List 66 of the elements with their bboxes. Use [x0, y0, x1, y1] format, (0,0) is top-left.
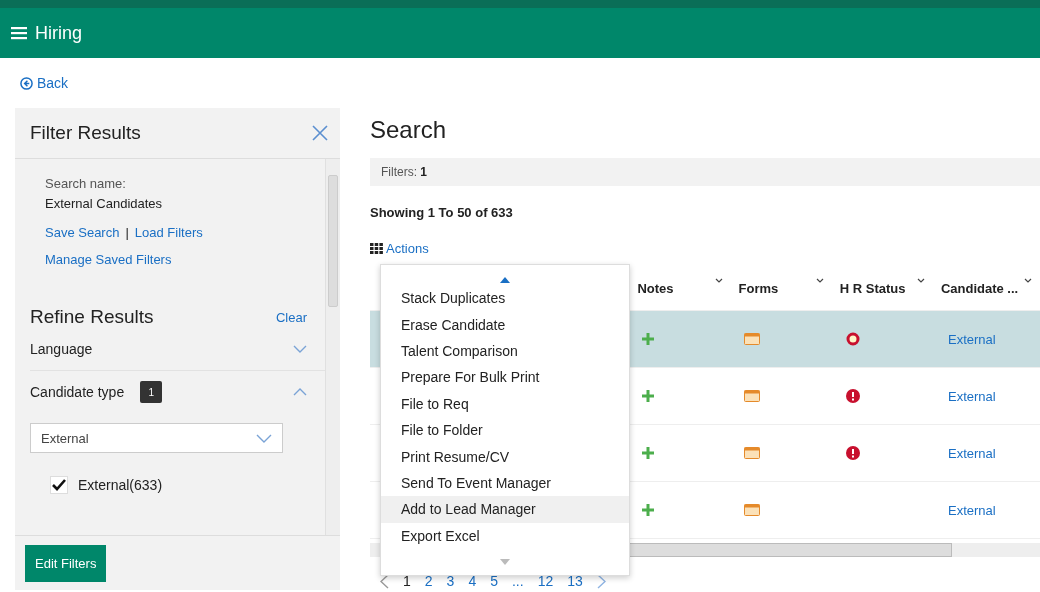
page-link[interactable]: 12 — [537, 573, 554, 589]
back-icon — [20, 76, 33, 90]
page-link[interactable]: 13 — [567, 573, 583, 589]
checkbox[interactable] — [50, 476, 68, 494]
menu-item[interactable]: Stack Duplicates — [381, 285, 629, 312]
option-label: External(633) — [78, 477, 163, 493]
form-icon[interactable] — [744, 390, 760, 402]
search-name-value: External Candidates — [45, 196, 164, 211]
menu-icon[interactable] — [11, 26, 27, 40]
column-header[interactable]: Candidate ... — [932, 266, 1040, 310]
add-note-icon[interactable] — [642, 333, 654, 345]
close-icon[interactable] — [312, 125, 328, 141]
previous-page-icon[interactable] — [380, 573, 389, 589]
filters-count: Filters: 1 — [381, 165, 428, 179]
form-icon[interactable] — [744, 447, 760, 459]
chevron-icon — [256, 433, 272, 443]
form-icon[interactable] — [744, 504, 760, 516]
separator: | — [125, 225, 129, 240]
actions-link[interactable]: Actions — [370, 241, 429, 256]
add-note-icon[interactable] — [642, 390, 654, 402]
add-note-icon[interactable] — [642, 504, 654, 516]
manage-filters-link[interactable]: Manage Saved Filters — [45, 252, 172, 267]
refine-title: Refine Results — [30, 306, 154, 328]
candidate-type-link[interactable]: External — [948, 331, 996, 347]
menu-item[interactable]: Erase Candidate — [381, 311, 629, 338]
next-page-icon[interactable] — [596, 573, 606, 589]
grid-icon — [370, 243, 383, 254]
page-link[interactable]: ... — [512, 573, 524, 589]
save-search-link[interactable]: Save Search — [45, 225, 120, 240]
menu-item[interactable]: File to Req — [381, 390, 629, 417]
count-badge: 1 — [140, 381, 163, 403]
panel-title: Filter Results — [30, 122, 141, 144]
caret-icon — [1024, 278, 1032, 283]
clear-link[interactable]: Clear — [275, 309, 307, 325]
candidate-type-link[interactable]: External — [948, 388, 996, 404]
page-link[interactable]: 1 — [403, 573, 411, 589]
chevron-icon — [293, 388, 307, 396]
column-header[interactable]: Forms — [730, 266, 832, 310]
type-dropdown[interactable]: External — [30, 423, 283, 453]
back-link[interactable]: Back — [20, 75, 69, 91]
menu-item[interactable]: Add to Lead Manager — [381, 496, 629, 523]
page-title: Search — [370, 116, 448, 144]
candidate-type-link[interactable]: External — [948, 502, 996, 518]
page-link[interactable]: 3 — [446, 573, 455, 589]
page-link[interactable]: 5 — [490, 573, 498, 589]
caret-icon — [714, 278, 723, 283]
chevron-icon — [293, 345, 307, 353]
caret-icon — [916, 278, 925, 283]
page-link[interactable]: 2 — [424, 573, 433, 589]
load-filters-link[interactable]: Load Filters — [134, 225, 203, 240]
column-header[interactable]: H R Status — [831, 266, 933, 310]
app-title: Hiring — [35, 22, 82, 44]
filter-section-header[interactable]: Candidate type 1 — [30, 371, 325, 413]
results-count: Showing 1 To 50 of 633 — [370, 205, 514, 220]
menu-item[interactable]: Talent Comparison — [381, 337, 629, 365]
scrollbar[interactable] — [325, 159, 340, 535]
scroll-up-icon[interactable] — [500, 277, 510, 283]
candidate-type-link[interactable]: External — [948, 445, 996, 461]
form-icon[interactable] — [744, 333, 760, 345]
edit-filters-button[interactable]: Edit Filters — [25, 544, 107, 582]
page-link[interactable]: 4 — [468, 573, 477, 589]
search-name-label: Search name: — [45, 176, 127, 191]
caret-icon — [815, 278, 824, 283]
menu-item[interactable]: Print Resume/CV — [381, 443, 629, 470]
add-note-icon[interactable] — [642, 447, 654, 459]
column-header[interactable]: Notes — [629, 266, 731, 310]
